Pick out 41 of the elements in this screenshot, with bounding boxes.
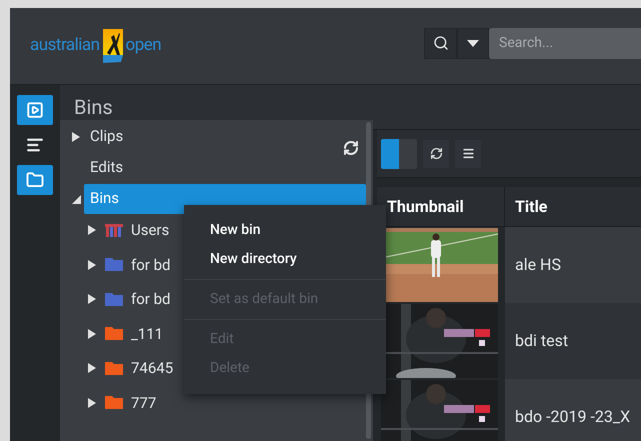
panel-title: Bins (74, 94, 113, 121)
triangle-icon[interactable] (88, 294, 97, 304)
library-icon (105, 224, 123, 237)
triangle-icon[interactable] (72, 194, 80, 204)
list-icon (26, 136, 44, 154)
caret-icon (467, 40, 479, 46)
search-button[interactable] (424, 28, 457, 58)
search-field[interactable]: Search... (489, 28, 641, 58)
tree-item[interactable]: Edits (84, 152, 130, 182)
tree-item[interactable]: Clips (84, 122, 130, 152)
menu-icon (462, 147, 474, 160)
logo-icon (100, 29, 125, 63)
tree-item[interactable]: 777 (131, 392, 156, 414)
triangle-icon[interactable] (88, 260, 97, 270)
search-icon (432, 35, 448, 51)
folder-icon (26, 171, 44, 189)
column-header[interactable]: Thumbnail (377, 187, 505, 226)
view-toggle[interactable] (381, 138, 417, 168)
logo-text: open (126, 34, 162, 58)
menu-button[interactable] (455, 140, 481, 168)
table-cell: bdo -2019 -23_X (505, 379, 641, 441)
tree-item[interactable]: 74645 (131, 357, 174, 380)
triangle-icon[interactable] (88, 225, 97, 236)
play-icon (26, 101, 44, 119)
refresh-icon (430, 147, 442, 160)
dropdown-button[interactable] (457, 28, 489, 58)
triangle-icon[interactable] (88, 398, 97, 408)
tree-item[interactable]: for bd (131, 288, 170, 310)
table-cell: ale HS (505, 227, 641, 303)
tree-item[interactable]: _111 (131, 322, 164, 345)
triangle-icon[interactable] (72, 132, 80, 142)
tree-item[interactable]: for bd (131, 254, 170, 276)
table-cell: bdi test (505, 303, 641, 379)
triangle-icon[interactable] (88, 328, 97, 339)
triangle-icon[interactable] (88, 363, 97, 374)
logo-text: australian (30, 34, 100, 58)
refresh-icon[interactable] (343, 140, 359, 156)
refresh-button[interactable] (423, 140, 449, 168)
tree-item[interactable]: Users (131, 219, 170, 242)
menu-item[interactable]: New directory (184, 245, 386, 274)
column-header[interactable]: Title (505, 187, 641, 226)
